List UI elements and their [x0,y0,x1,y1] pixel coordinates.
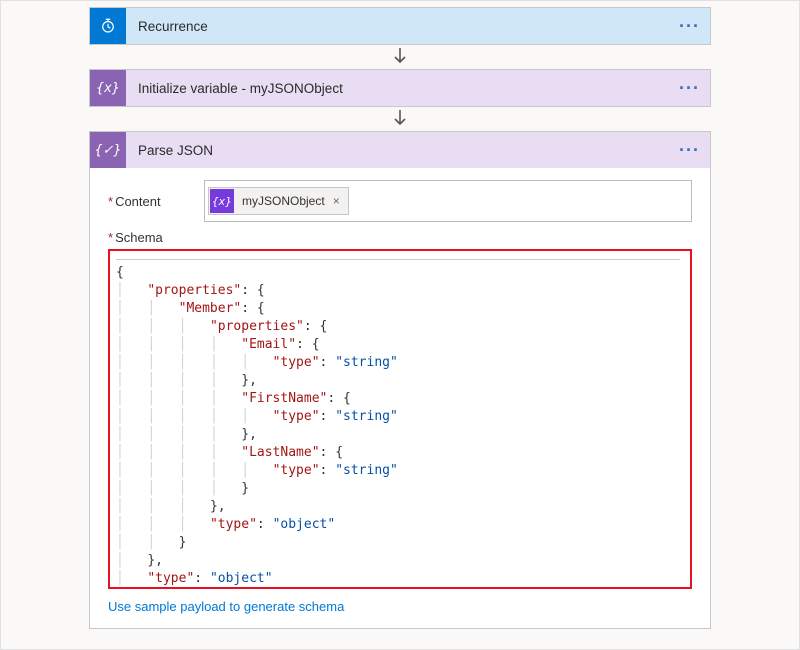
step-title: Recurrence [126,8,669,44]
step-title: Initialize variable - myJSONObject [126,70,669,106]
schema-label: *Schema [108,230,692,245]
step-initialize-variable[interactable]: {x} Initialize variable - myJSONObject ·… [89,69,711,107]
variable-icon: {x} [210,189,234,213]
schema-editor[interactable]: { │ "properties": { │ │ "Member": { │ │ … [108,249,692,589]
connector-arrow [392,47,408,67]
remove-token-icon[interactable]: × [329,194,348,208]
step-header[interactable]: {✓} Parse JSON ··· [90,132,710,168]
step-recurrence[interactable]: Recurrence ··· [89,7,711,45]
more-menu[interactable]: ··· [669,70,710,106]
parse-json-icon: {✓} [90,132,126,168]
more-menu[interactable]: ··· [669,8,710,44]
connector-arrow [392,109,408,129]
dynamic-content-token[interactable]: {x} myJSONObject × [208,187,349,215]
step-parse-json: {✓} Parse JSON ··· *Content {x} myJSONOb… [89,131,711,629]
use-sample-payload-link[interactable]: Use sample payload to generate schema [108,599,692,614]
content-label: *Content [108,194,204,209]
step-title: Parse JSON [126,132,669,168]
token-label: myJSONObject [234,194,329,208]
more-menu[interactable]: ··· [669,132,710,168]
flow-designer-canvas: Recurrence ··· {x} Initialize variable -… [0,0,800,650]
recurrence-icon [90,8,126,44]
variable-icon: {x} [90,70,126,106]
content-input[interactable]: {x} myJSONObject × [204,180,692,222]
schema-code[interactable]: { │ "properties": { │ │ "Member": { │ │ … [116,264,680,589]
